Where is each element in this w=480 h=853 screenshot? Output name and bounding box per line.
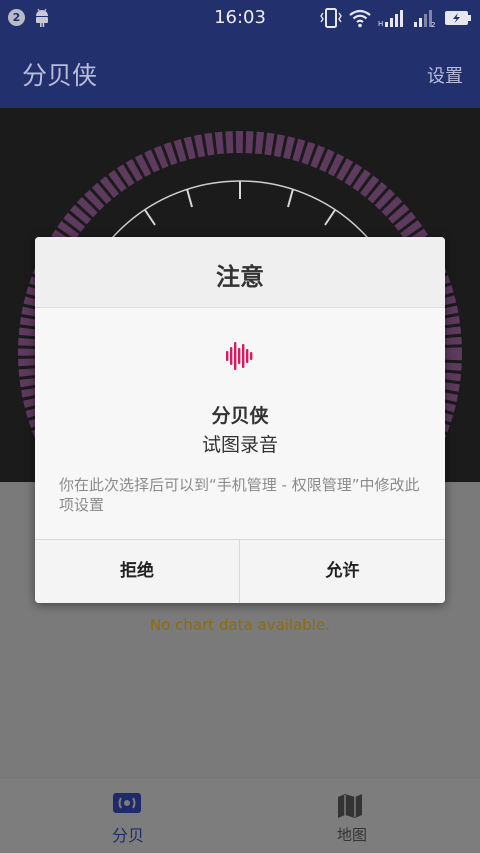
allow-button[interactable]: 允许 — [240, 540, 445, 603]
status-clock: 16:03 — [214, 7, 266, 28]
settings-button[interactable]: 设置 — [427, 62, 463, 88]
vibrate-icon — [320, 7, 342, 33]
map-icon — [336, 793, 364, 823]
status-bar: 2 16:03 H 2 — [0, 0, 480, 36]
app-bar: 分贝侠 设置 — [0, 36, 480, 108]
wifi-icon — [348, 7, 372, 33]
dialog-header: 注意 — [35, 237, 445, 308]
nav-tab-map[interactable]: 地图 — [232, 778, 472, 853]
svg-text:2: 2 — [431, 21, 435, 29]
signal-2-icon: 2 — [410, 7, 438, 33]
svg-text:H: H — [378, 20, 383, 28]
permission-dialog: 注意 分贝侠 试图录音 你在此次选择后可以到“手机管理 - 权限管理”中修改此项… — [35, 237, 445, 603]
empty-chart-message: No chart data available. — [150, 616, 330, 634]
dialog-buttons: 拒绝 允许 — [35, 539, 445, 603]
nav-tab-decibel-label: 分贝 — [111, 826, 144, 845]
dialog-title: 注意 — [216, 263, 264, 291]
nav-tab-map-label: 地图 — [336, 826, 367, 844]
battery-charging-icon — [443, 7, 473, 33]
nav-tab-decibel[interactable]: 分贝 — [8, 778, 248, 853]
bottom-navigation: 分贝 地图 — [0, 777, 480, 853]
requested-permission: 试图录音 — [201, 434, 278, 456]
signal-icon: H — [378, 7, 406, 33]
requesting-app-name: 分贝侠 — [211, 405, 269, 427]
app-title: 分贝侠 — [22, 61, 98, 90]
sound-meter-icon — [112, 791, 142, 819]
dialog-hint: 你在此次选择后可以到“手机管理 - 权限管理”中修改此项设置 — [59, 476, 420, 514]
deny-button[interactable]: 拒绝 — [35, 540, 240, 603]
audio-wave-icon — [224, 339, 256, 377]
